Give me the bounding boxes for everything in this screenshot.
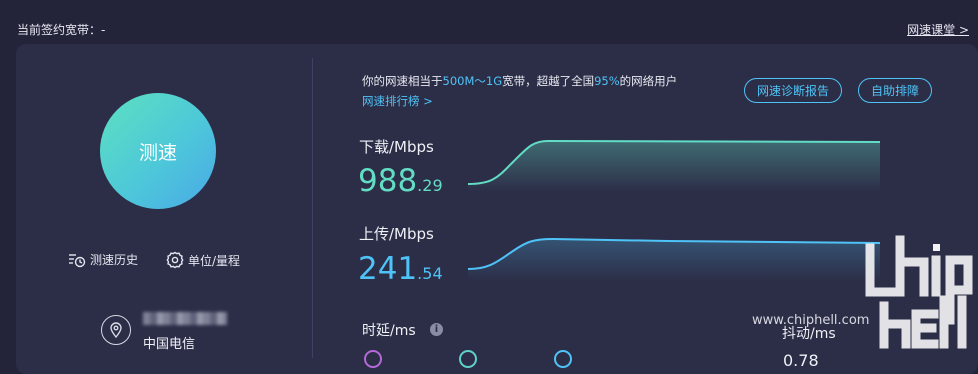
diagnosis-report-button[interactable]: 网速诊断报告 bbox=[744, 78, 843, 103]
upload-value: 241.54 bbox=[358, 254, 443, 289]
contract-bandwidth-label: 当前签约宽带： bbox=[17, 23, 102, 37]
ip-address-blurred bbox=[143, 312, 227, 325]
jitter-value: 0.78 bbox=[783, 351, 819, 370]
summary-percent: 95% bbox=[594, 74, 620, 88]
summary-prefix: 你的网速相当于 bbox=[362, 74, 443, 88]
upload-speed-curve bbox=[468, 237, 880, 281]
speed-summary: 你的网速相当于500M～1G宽带，超越了全国95%的网络用户 bbox=[362, 73, 677, 90]
summary-middle: 宽带，超越了全国 bbox=[502, 74, 595, 88]
summary-bandwidth: 500M～1G bbox=[442, 74, 503, 88]
latency-ring-teal bbox=[459, 350, 477, 368]
units-label: 单位/量程 bbox=[188, 253, 241, 268]
divider bbox=[312, 58, 313, 358]
upload-value-dec: .54 bbox=[417, 264, 443, 283]
download-speed-curve bbox=[468, 139, 880, 192]
history-label: 测速历史 bbox=[90, 253, 139, 267]
ranking-link[interactable]: 网速排行榜 > bbox=[362, 93, 433, 109]
latency-ring-purple bbox=[364, 350, 382, 368]
info-icon[interactable]: i bbox=[430, 323, 443, 336]
upload-label: 上传/Mbps bbox=[359, 225, 434, 243]
download-value-dec: .29 bbox=[417, 176, 443, 195]
isp-name: 中国电信 bbox=[143, 337, 196, 352]
upload-value-int: 241 bbox=[358, 251, 418, 287]
chiphell-watermark-logo bbox=[865, 235, 973, 349]
gear-icon bbox=[166, 251, 184, 269]
summary-suffix: 的网络用户 bbox=[619, 74, 678, 88]
speed-class-link[interactable]: 网速课堂 > bbox=[907, 21, 969, 38]
history-button[interactable]: 测速历史 bbox=[68, 251, 138, 268]
watermark-url: www.chiphell.com bbox=[752, 313, 870, 328]
self-troubleshoot-button[interactable]: 自助排障 bbox=[858, 78, 933, 103]
top-bar: 当前签约宽带：- 网速课堂 > bbox=[0, 0, 978, 44]
download-value: 988.29 bbox=[358, 166, 443, 201]
contract-bandwidth-value: - bbox=[101, 23, 106, 37]
latency-ring-blue bbox=[554, 350, 572, 368]
latency-label: 时延/ms bbox=[362, 323, 416, 339]
contract-bandwidth: 当前签约宽带：- bbox=[17, 21, 105, 38]
download-label: 下载/Mbps bbox=[359, 138, 434, 156]
history-clock-icon bbox=[69, 253, 86, 267]
units-range-button[interactable]: 单位/量程 bbox=[166, 251, 240, 269]
location-pin-icon bbox=[101, 315, 131, 345]
start-speedtest-button[interactable]: 测速 bbox=[100, 93, 216, 209]
download-value-int: 988 bbox=[358, 163, 418, 199]
